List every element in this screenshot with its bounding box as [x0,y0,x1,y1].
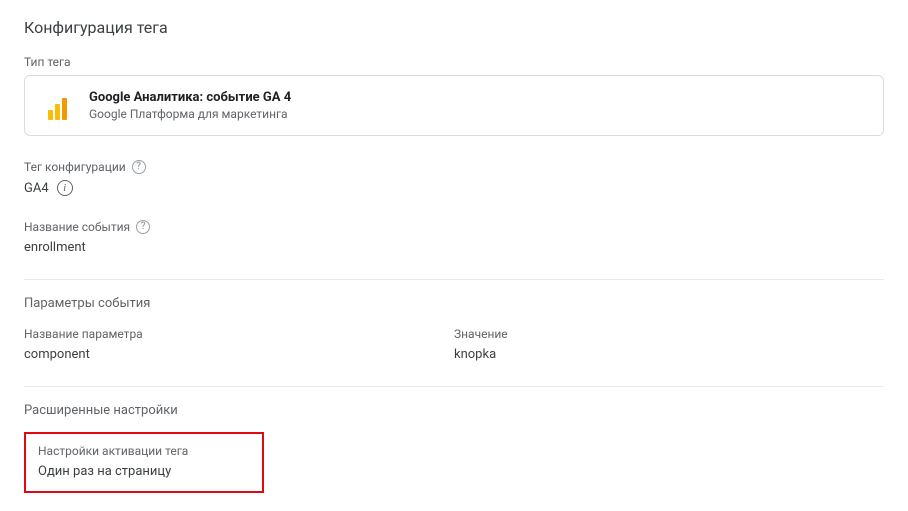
divider [24,279,884,280]
tag-type-subtitle: Google Платформа для маркетинга [89,107,291,121]
help-icon[interactable]: ? [136,220,150,234]
divider [24,386,884,387]
tag-type-section: Тип тега Google Аналитика: событие GA 4 … [24,55,884,136]
tag-type-title: Google Аналитика: событие GA 4 [89,90,291,105]
event-name-label: Название события [24,220,130,234]
config-tag-label: Тег конфигурации [24,160,126,174]
param-name-value: component [24,347,454,362]
activation-value: Один раз на страницу [38,464,250,479]
config-tag-value: GA4 [24,181,49,196]
activation-label: Настройки активации тега [38,444,250,458]
info-icon[interactable]: i [57,180,73,196]
page-title: Конфигурация тега [24,18,884,37]
param-value-value: knopka [454,347,884,362]
advanced-section: Расширенные настройки Настройки активаци… [24,403,884,493]
event-name-value: enrollment [24,240,884,255]
param-name-header: Название параметра [24,327,454,341]
event-params-section: Параметры события Название параметра com… [24,296,884,362]
tag-type-card[interactable]: Google Аналитика: событие GA 4 Google Пл… [24,75,884,136]
help-icon[interactable]: ? [132,160,146,174]
tag-type-label: Тип тега [24,55,884,69]
event-params-title: Параметры события [24,296,884,311]
activation-settings-highlight: Настройки активации тега Один раз на стр… [24,432,264,493]
config-tag-section: Тег конфигурации ? GA4 i [24,160,884,196]
param-value-header: Значение [454,327,884,341]
analytics-icon [43,92,71,120]
advanced-title: Расширенные настройки [24,403,884,418]
event-name-section: Название события ? enrollment [24,220,884,255]
